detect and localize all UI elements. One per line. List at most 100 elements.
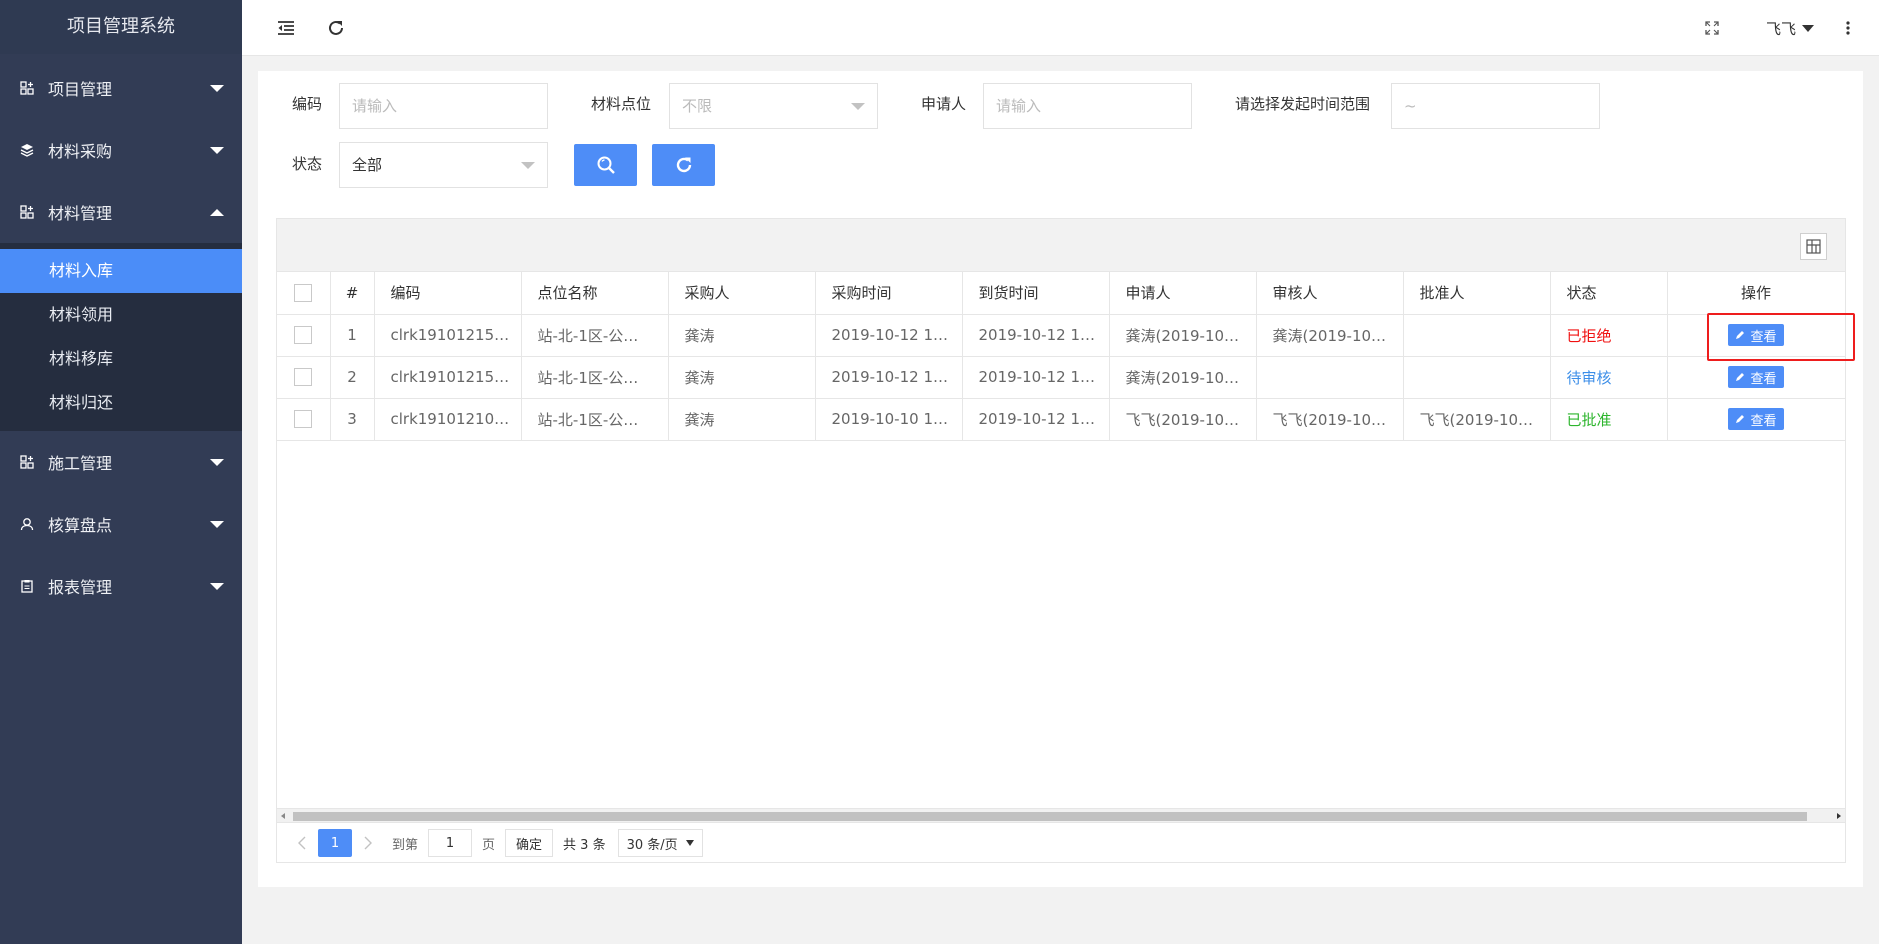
scrollbar-thumb[interactable] [293,812,1807,821]
scroll-left-icon[interactable] [281,813,285,819]
cell-location: 站-北-1区-公… [521,314,669,357]
prev-page-button[interactable] [292,833,312,853]
view-button-label: 查看 [1750,413,1777,429]
caret-down-icon [851,103,865,110]
fullscreen-icon [1705,21,1719,35]
cell-buy-time: 2019-10-10 1… [815,398,963,441]
cell-buy-time: 2019-10-12 1… [815,356,963,399]
cell-applicant: 龚涛(2019-10… [1109,314,1257,357]
reset-button[interactable] [652,144,715,186]
table-row: 2 clrk19101215… 站-北-1区-公… 龚涛 2019-10-12 … [277,356,1846,399]
status-badge: 已拒绝 [1550,314,1668,357]
row-select-cell [277,398,331,441]
sidebar: 项目管理系统 项目管理 材料采购 材料管理 材料入库 材料领用 材料移库 材料归… [0,0,242,944]
row-select-cell [277,314,331,357]
location-filter-select[interactable]: 不限 [669,83,878,129]
select-all-checkbox[interactable] [294,284,313,302]
column-header[interactable]: 操作 [1667,272,1846,315]
time-range-input[interactable]: ~ [1391,83,1600,129]
column-header[interactable]: 点位名称 [521,272,669,315]
cell-arrive-time: 2019-10-12 1… [962,398,1110,441]
confirm-page-button[interactable]: 确定 [505,829,554,857]
row-checkbox[interactable] [294,410,313,429]
scroll-right-icon[interactable] [1837,813,1841,819]
caret-down-icon [210,521,224,528]
sidebar-subitem-material-inbound[interactable]: 材料入库 [0,249,242,293]
page-size-value: 30 条/页 [626,837,678,853]
user-name: 飞飞 [1766,20,1797,38]
column-header[interactable]: 采购时间 [815,272,963,315]
columns-icon [1806,239,1821,254]
fullscreen-button[interactable] [1700,16,1724,40]
status-filter-label: 状态 [292,155,323,173]
cell-approver: 飞飞(2019-10… [1403,398,1551,441]
cell-action: 查看 [1667,356,1846,399]
column-header[interactable]: 状态 [1550,272,1668,315]
view-button[interactable]: 查看 [1728,324,1784,346]
caret-down-icon [210,459,224,466]
horizontal-scrollbar[interactable] [277,808,1845,822]
grid-plus-icon [20,455,34,469]
view-button[interactable]: 查看 [1728,366,1784,388]
cell-reviewer [1256,356,1404,399]
column-header[interactable]: 审核人 [1256,272,1404,315]
cell-code: clrk19101215… [374,314,522,357]
sub-menu: 材料入库 材料领用 材料移库 材料归还 [0,243,242,431]
cell-reviewer: 龚涛(2019-10… [1256,314,1404,357]
goto-page-input[interactable] [428,829,473,857]
sidebar-item-accounting-inventory[interactable]: 核算盘点 [0,493,242,555]
table-header-row: # 编码 点位名称 采购人 采购时间 到货时间 申请人 审核人 批准人 状态 操… [277,272,1846,315]
sidebar-item-construction-management[interactable]: 施工管理 [0,431,242,493]
sidebar-item-material-purchase[interactable]: 材料采购 [0,119,242,181]
data-table: # 编码 点位名称 采购人 采购时间 到货时间 申请人 审核人 批准人 状态 操… [276,218,1855,863]
user-menu[interactable]: 飞飞 [1766,18,1815,39]
cell-applicant: 飞飞(2019-10… [1109,398,1257,441]
search-button[interactable] [574,144,637,186]
table-row: 3 clrk19101210… 站-北-1区-公… 龚涛 2019-10-10 … [277,398,1846,441]
table: # 编码 点位名称 采购人 采购时间 到货时间 申请人 审核人 批准人 状态 操… [277,272,1846,441]
row-checkbox[interactable] [294,326,313,345]
user-icon [20,517,34,531]
caret-down-icon [210,583,224,590]
cell-code: clrk19101215… [374,356,522,399]
column-header[interactable]: # [330,272,375,315]
page-size-select[interactable]: 30 条/页 [617,829,703,857]
sidebar-subitem-material-return[interactable]: 材料归还 [0,381,242,425]
cell-no: 1 [330,314,375,357]
cell-action: 查看 [1667,314,1846,357]
next-page-button[interactable] [358,833,378,853]
view-button-label: 查看 [1750,371,1777,387]
sidebar-item-report-management[interactable]: 报表管理 [0,555,242,617]
caret-down-icon [685,840,694,846]
cell-reviewer: 飞飞(2019-10… [1256,398,1404,441]
refresh-icon [329,20,343,35]
column-header[interactable]: 批准人 [1403,272,1551,315]
grid-plus-icon [20,81,34,95]
status-badge: 待审核 [1550,356,1668,399]
column-header[interactable]: 申请人 [1109,272,1257,315]
row-checkbox[interactable] [294,368,313,387]
sidebar-subitem-material-requisition[interactable]: 材料领用 [0,293,242,337]
view-button[interactable]: 查看 [1728,408,1784,430]
column-header[interactable]: 到货时间 [962,272,1110,315]
column-header[interactable]: 采购人 [668,272,816,315]
pencil-icon [1736,415,1745,423]
applicant-filter-input[interactable]: 请输入 [983,83,1192,129]
status-filter-select[interactable]: 全部 [339,142,548,188]
sidebar-item-material-management[interactable]: 材料管理 [0,181,242,243]
chevron-left-icon [298,836,306,850]
table-row: 1 clrk19101215… 站-北-1区-公… 龚涛 2019-10-12 … [277,314,1846,357]
search-icon [597,156,615,174]
page-number-button[interactable]: 1 [318,829,352,857]
column-settings-button[interactable] [1800,233,1827,260]
refresh-button[interactable] [324,16,348,40]
collapse-sidebar-button[interactable] [274,16,298,40]
sidebar-item-project-management[interactable]: 项目管理 [0,57,242,119]
column-header[interactable]: 编码 [374,272,522,315]
code-filter-input[interactable]: 请输入 [339,83,548,129]
more-menu-button[interactable] [1836,16,1860,40]
status-filter-value: 全部 [352,156,383,174]
sidebar-subitem-material-transfer[interactable]: 材料移库 [0,337,242,381]
cell-arrive-time: 2019-10-12 1… [962,356,1110,399]
chevron-right-icon [364,836,372,850]
